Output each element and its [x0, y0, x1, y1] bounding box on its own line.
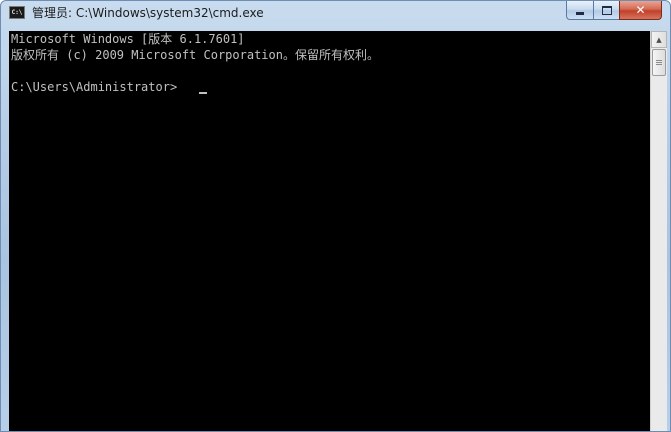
title-bar[interactable]: C:\ 管理员: C:\Windows\system32\cmd.exe ✕ [1, 1, 670, 25]
console-output[interactable]: Microsoft Windows [版本 6.1.7601] 版权所有 (c)… [9, 31, 650, 431]
scrollbar-grip-line [656, 64, 662, 65]
scroll-up-button[interactable]: ▲ [651, 31, 667, 48]
scrollbar-grip-line [656, 60, 662, 61]
close-icon: ✕ [635, 3, 646, 17]
maximize-icon [601, 5, 612, 15]
caption-buttons: ✕ [566, 1, 662, 20]
cmd-icon-text: C:\ [11, 8, 23, 16]
scroll-up-arrow-icon: ▲ [656, 35, 662, 44]
minimize-icon [576, 11, 584, 15]
maximize-button[interactable] [593, 1, 619, 20]
cmd-window: C:\ 管理员: C:\Windows\system32\cmd.exe ✕ M… [0, 0, 671, 432]
close-button[interactable]: ✕ [619, 1, 662, 20]
window-title: 管理员: C:\Windows\system32\cmd.exe [32, 6, 264, 20]
scrollbar-thumb[interactable] [652, 49, 666, 76]
console-line-copyright: 版权所有 (c) 2009 Microsoft Corporation。保留所有… [11, 48, 379, 62]
scrollbar-grip-line [656, 62, 662, 63]
console-line-version: Microsoft Windows [版本 6.1.7601] [11, 32, 245, 46]
console-prompt: C:\Users\Administrator> [11, 80, 178, 94]
minimize-button[interactable] [566, 1, 593, 20]
vertical-scrollbar[interactable]: ▲ [650, 31, 667, 431]
text-cursor [199, 92, 207, 94]
cmd-console-icon[interactable]: C:\ [9, 6, 25, 19]
